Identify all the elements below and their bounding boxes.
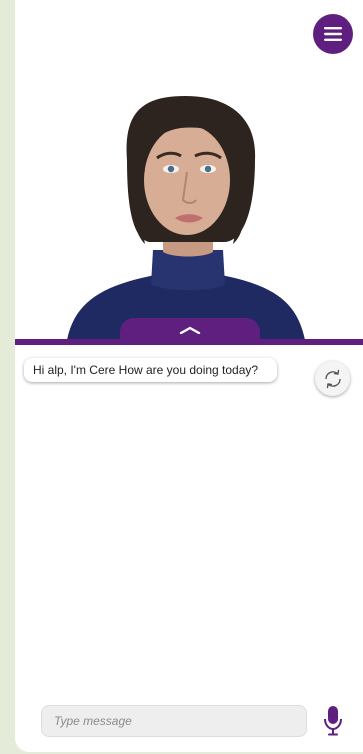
menu-button[interactable] (313, 14, 353, 54)
app-screen: Hi alp, I'm Cere How are you doing today… (15, 0, 363, 752)
message-input-wrapper (41, 705, 307, 737)
assistant-message-text: Hi alp, I'm Cere How are you doing today… (33, 363, 259, 377)
assistant-message-bubble: Hi alp, I'm Cere How are you doing today… (24, 358, 277, 382)
expand-panel-tab[interactable] (120, 318, 260, 342)
chevron-up-icon (179, 326, 201, 334)
microphone-icon (324, 706, 342, 736)
message-input[interactable] (42, 706, 306, 736)
microphone-button[interactable] (321, 704, 345, 738)
hamburger-menu-icon (324, 27, 342, 41)
avatar-figure (67, 96, 305, 340)
avatar-viewport (15, 0, 363, 342)
refresh-icon (324, 369, 341, 388)
refresh-button[interactable] (315, 361, 350, 396)
